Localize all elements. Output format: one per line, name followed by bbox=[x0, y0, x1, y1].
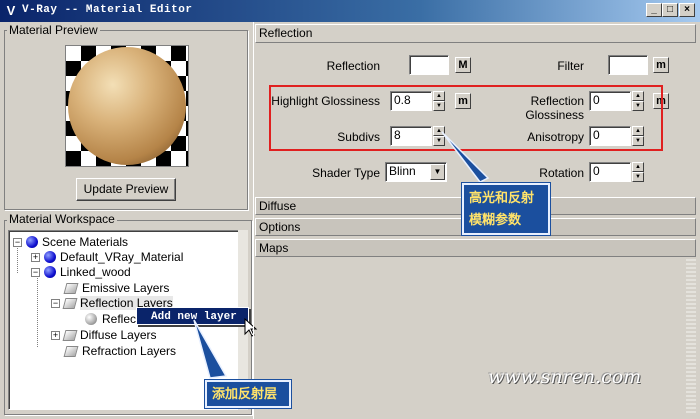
minimize-button[interactable]: _ bbox=[646, 3, 662, 17]
shader-type-label: Shader Type bbox=[312, 166, 380, 180]
callout-pointer bbox=[193, 319, 228, 379]
layer-stack-icon bbox=[62, 297, 78, 309]
material-sphere-icon bbox=[26, 236, 38, 248]
filter-color-swatch[interactable] bbox=[608, 55, 648, 75]
add-layer-callout: 添加反射层 bbox=[205, 380, 291, 408]
filter-label: Filter bbox=[557, 59, 584, 73]
collapse-icon[interactable]: − bbox=[51, 298, 60, 308]
tree-node-default-vray-material[interactable]: + Default_VRay_Material bbox=[31, 250, 183, 264]
close-button[interactable]: × bbox=[679, 3, 695, 17]
reflection-map-button[interactable]: M bbox=[455, 57, 471, 73]
layer-stack-icon bbox=[63, 345, 79, 357]
preview-checker-background bbox=[65, 45, 189, 167]
title-bar: V V-Ray -- Material Editor _ □ × bbox=[0, 0, 700, 22]
tree-node-emissive-layers[interactable]: Emissive Layers bbox=[63, 281, 169, 295]
material-sphere-icon bbox=[44, 266, 56, 278]
window-title: V-Ray -- Material Editor bbox=[22, 4, 193, 16]
reflection-rollout-header[interactable]: Reflection bbox=[255, 24, 696, 43]
tree-node-linked-wood[interactable]: − Linked_wood bbox=[31, 265, 131, 279]
rotation-spinner[interactable]: ▲ ▼ bbox=[632, 162, 644, 182]
maps-rollout-header[interactable]: Maps bbox=[255, 239, 696, 257]
expand-icon[interactable]: + bbox=[51, 330, 60, 340]
glossiness-callout: 高光和反射 模糊参数 bbox=[462, 183, 550, 235]
rotation-input[interactable]: 0 bbox=[589, 162, 631, 182]
tree-node-refraction-layers[interactable]: Refraction Layers bbox=[63, 344, 176, 358]
vray-logo-icon: V bbox=[6, 3, 16, 18]
material-preview-label: Material Preview bbox=[7, 23, 100, 37]
maximize-button[interactable]: □ bbox=[662, 3, 678, 17]
reflection-layer-icon bbox=[85, 313, 97, 325]
material-sphere bbox=[68, 47, 186, 165]
collapse-icon[interactable]: − bbox=[31, 267, 40, 277]
shader-type-select[interactable]: Blinn ▼ bbox=[385, 162, 447, 182]
filter-map-button[interactable]: m bbox=[653, 57, 669, 73]
callout-pointer bbox=[441, 131, 490, 183]
layer-stack-icon bbox=[62, 329, 78, 341]
rotation-label: Rotation bbox=[539, 166, 584, 180]
update-preview-button[interactable]: Update Preview bbox=[76, 178, 176, 201]
tree-node-scene-materials[interactable]: − Scene Materials bbox=[13, 235, 128, 249]
tree-node-diffuse-layers[interactable]: + Diffuse Layers bbox=[51, 328, 156, 342]
collapse-icon[interactable]: − bbox=[13, 237, 22, 247]
layer-stack-icon bbox=[63, 282, 79, 294]
reflection-label: Reflection bbox=[326, 59, 380, 73]
right-panel-scrollbar[interactable] bbox=[686, 258, 696, 413]
watermark: www.snren.com bbox=[488, 366, 642, 388]
reflection-color-swatch[interactable] bbox=[409, 55, 449, 75]
material-workspace-label: Material Workspace bbox=[7, 212, 117, 226]
material-sphere-icon bbox=[44, 251, 56, 263]
expand-icon[interactable]: + bbox=[31, 252, 40, 262]
